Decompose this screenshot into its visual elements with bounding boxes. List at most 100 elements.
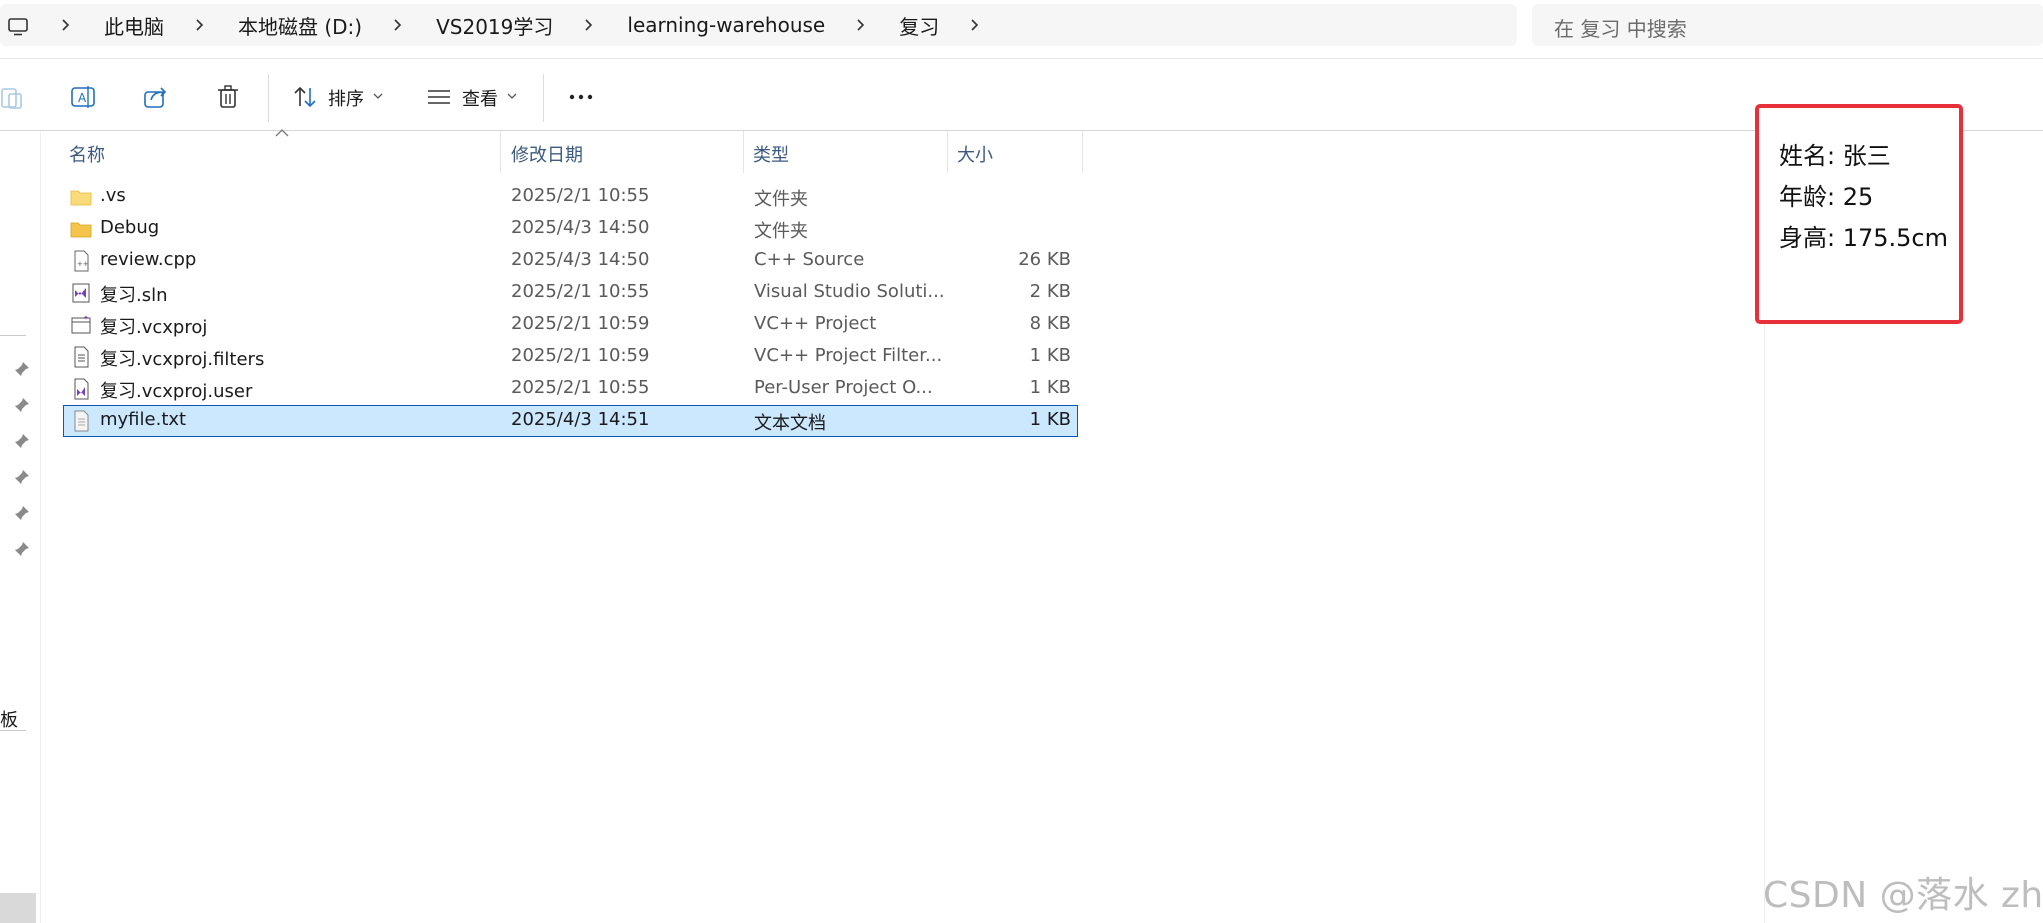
file-type: Per-User Project O... xyxy=(754,377,933,398)
file-date: 2025/4/3 14:50 xyxy=(511,217,650,238)
breadcrumb-item-learning-warehouse[interactable]: learning-warehouse xyxy=(627,13,825,37)
column-divider[interactable] xyxy=(947,131,948,173)
breadcrumb-item-vs2019[interactable]: VS2019学习 xyxy=(436,11,553,40)
sort-button[interactable]: 排序 xyxy=(328,85,364,111)
column-header-type[interactable]: 类型 xyxy=(753,141,789,167)
file-size: 1 KB xyxy=(1029,345,1071,366)
file-size: 26 KB xyxy=(1018,249,1071,270)
column-divider[interactable] xyxy=(1082,131,1083,173)
file-type: VC++ Project xyxy=(754,313,877,334)
view-button[interactable]: 查看 xyxy=(462,85,498,111)
navigation-pane: 板 xyxy=(0,131,41,923)
column-header-row: 名称 修改日期 类型 大小 xyxy=(60,129,1083,173)
file-date: 2025/4/3 14:50 xyxy=(511,249,650,270)
sort-ascending-icon xyxy=(275,129,289,137)
chevron-right-icon[interactable] xyxy=(56,15,76,35)
file-name[interactable]: review.cpp xyxy=(100,249,196,270)
svg-text:++: ++ xyxy=(77,260,89,268)
file-row[interactable]: 复习.sln 2025/2/1 10:55 Visual Studio Solu… xyxy=(64,278,1077,308)
file-row[interactable]: ✦ 复习.vcxproj 2025/2/1 10:59 VC++ Project… xyxy=(64,310,1077,340)
chevron-right-icon[interactable] xyxy=(965,15,985,35)
address-bar: 此电脑 本地磁盘 (D:) VS2019学习 learning-warehous… xyxy=(0,0,2043,59)
paste-icon[interactable] xyxy=(0,84,26,110)
file-date: 2025/2/1 10:59 xyxy=(511,313,650,334)
file-size: 1 KB xyxy=(1029,409,1071,430)
delete-icon[interactable] xyxy=(215,84,241,110)
chevron-down-icon[interactable] xyxy=(507,92,517,100)
folder-icon xyxy=(70,190,92,206)
preview-line-age: 年龄: 25 xyxy=(1779,183,1874,211)
file-name[interactable]: 复习.sln xyxy=(100,281,168,307)
breadcrumb[interactable]: 此电脑 本地磁盘 (D:) VS2019学习 learning-warehous… xyxy=(0,4,1517,46)
vcxproj-file-icon: ✦ xyxy=(71,314,91,334)
chevron-right-icon[interactable] xyxy=(579,15,599,35)
breadcrumb-item-drive-d[interactable]: 本地磁盘 (D:) xyxy=(238,11,362,40)
file-size: 1 KB xyxy=(1029,377,1071,398)
chevron-right-icon[interactable] xyxy=(388,15,408,35)
file-name[interactable]: 复习.vcxproj.user xyxy=(100,377,252,403)
svg-text:A: A xyxy=(78,91,87,105)
file-row[interactable]: Debug 2025/4/3 14:50 文件夹 xyxy=(64,214,1077,244)
file-date: 2025/2/1 10:55 xyxy=(511,377,650,398)
file-row[interactable]: 复习.vcxproj.user 2025/2/1 10:55 Per-User … xyxy=(64,374,1077,404)
nav-divider xyxy=(0,730,26,731)
chevron-down-icon[interactable] xyxy=(373,92,383,100)
pin-icon[interactable] xyxy=(14,361,30,377)
column-header-name[interactable]: 名称 xyxy=(69,141,105,167)
folder-icon xyxy=(70,222,92,238)
column-header-size[interactable]: 大小 xyxy=(957,141,993,167)
nav-scroll-region[interactable] xyxy=(0,893,36,923)
column-divider[interactable] xyxy=(500,131,501,173)
file-row[interactable]: ++ review.cpp 2025/4/3 14:50 C++ Source … xyxy=(64,246,1077,276)
sort-icon[interactable] xyxy=(292,84,318,110)
toolbar-divider xyxy=(543,74,544,122)
file-size: 8 KB xyxy=(1029,313,1071,334)
file-type: Visual Studio Soluti... xyxy=(754,281,945,302)
file-name[interactable]: 复习.vcxproj.filters xyxy=(100,345,264,371)
chevron-right-icon[interactable] xyxy=(190,15,210,35)
file-type: C++ Source xyxy=(754,249,865,270)
column-header-date[interactable]: 修改日期 xyxy=(511,141,583,167)
file-type: 文件夹 xyxy=(754,221,808,242)
more-options-icon[interactable] xyxy=(568,84,594,110)
pin-icon[interactable] xyxy=(14,397,30,413)
file-type: VC++ Project Filter... xyxy=(754,345,943,366)
filters-file-icon xyxy=(74,346,89,368)
pin-icon[interactable] xyxy=(14,469,30,485)
preview-highlight-box: 姓名: 张三 年龄: 25 身高: 175.5cm xyxy=(1755,104,1963,324)
computer-icon[interactable] xyxy=(8,18,28,36)
file-row-selected[interactable]: myfile.txt 2025/4/3 14:51 文本文档 1 KB xyxy=(63,405,1078,437)
watermark: CSDN @落水 zh xyxy=(1763,875,2043,916)
file-date: 2025/4/3 14:51 xyxy=(511,409,650,430)
pin-icon[interactable] xyxy=(14,433,30,449)
file-type: 文件夹 xyxy=(754,189,808,210)
pin-icon[interactable] xyxy=(14,541,30,557)
sln-file-icon xyxy=(72,283,90,303)
rename-icon[interactable]: A xyxy=(70,84,96,110)
breadcrumb-item-this-pc[interactable]: 此电脑 xyxy=(104,11,164,40)
file-name[interactable]: 复习.vcxproj xyxy=(100,313,207,339)
file-type: 文本文档 xyxy=(754,413,826,434)
chevron-right-icon[interactable] xyxy=(851,15,871,35)
file-name[interactable]: Debug xyxy=(100,217,159,238)
file-size: 2 KB xyxy=(1029,281,1071,302)
file-row[interactable]: .vs 2025/2/1 10:55 文件夹 xyxy=(64,182,1077,212)
cpp-file-icon: ++ xyxy=(74,250,89,272)
svg-text:✦: ✦ xyxy=(83,314,89,322)
file-date: 2025/2/1 10:55 xyxy=(511,281,650,302)
file-name[interactable]: myfile.txt xyxy=(100,409,186,430)
toolbar-divider xyxy=(268,74,269,122)
file-date: 2025/2/1 10:55 xyxy=(511,185,650,206)
share-icon[interactable] xyxy=(143,84,169,110)
nav-item-partial[interactable]: 板 xyxy=(0,706,18,732)
nav-divider xyxy=(0,335,26,336)
column-divider[interactable] xyxy=(743,131,744,173)
breadcrumb-item-review[interactable]: 复习 xyxy=(899,11,939,40)
preview-line-name: 姓名: 张三 xyxy=(1779,142,1891,170)
file-row[interactable]: 复习.vcxproj.filters 2025/2/1 10:59 VC++ P… xyxy=(64,342,1077,372)
pin-icon[interactable] xyxy=(14,505,30,521)
text-file-icon xyxy=(74,410,89,432)
view-list-icon[interactable] xyxy=(426,84,452,110)
file-name[interactable]: .vs xyxy=(100,185,126,206)
search-input[interactable]: 在 复习 中搜索 xyxy=(1532,4,2043,46)
